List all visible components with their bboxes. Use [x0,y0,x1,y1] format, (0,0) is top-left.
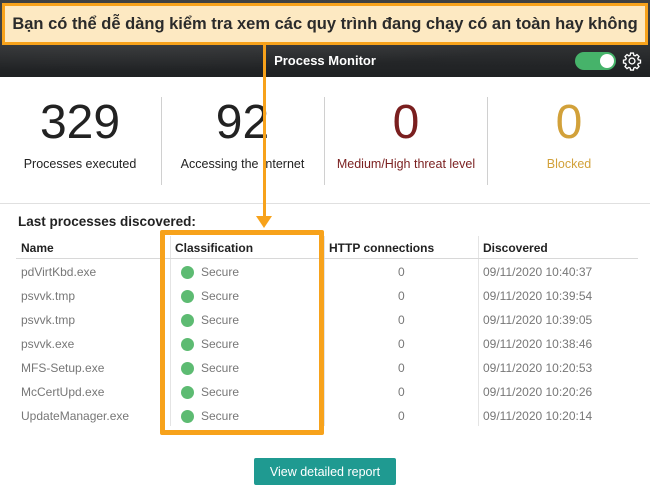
stat-threat-level: 0 Medium/High threat level [325,95,487,183]
annotation-arrow-head [256,216,272,228]
table-row[interactable]: McCertUpd.exe Secure 0 09/11/2020 10:20:26 [0,381,650,405]
process-name: psvvk.tmp [21,313,76,327]
table-row[interactable]: MFS-Setup.exe Secure 0 09/11/2020 10:20:53 [0,357,650,381]
table-row[interactable]: psvvk.tmp Secure 0 09/11/2020 10:39:05 [0,309,650,333]
discovered-time: 09/11/2020 10:20:14 [483,409,593,423]
stat-value: 0 [555,96,583,149]
process-name: UpdateManager.exe [21,409,130,423]
app-title: Process Monitor [274,53,376,68]
process-name: pdVirtKbd.exe [21,265,97,279]
discovered-time: 09/11/2020 10:38:46 [483,337,593,351]
table-row[interactable]: psvvk.exe Secure 0 09/11/2020 10:38:46 [0,333,650,357]
stat-accessing-internet: 92 Accessing the Internet [162,95,323,183]
table-row[interactable]: psvvk.tmp Secure 0 09/11/2020 10:39:54 [0,285,650,309]
stat-processes-executed: 329 Processes executed [0,95,160,183]
annotation-arrow [263,45,266,217]
discovered-time: 09/11/2020 10:39:54 [483,289,593,303]
http-connections: 0 [398,337,405,351]
stat-label: Medium/High threat level [336,157,476,171]
http-connections: 0 [398,409,405,423]
http-connections: 0 [398,313,405,327]
stat-blocked: 0 Blocked [488,95,650,183]
column-header-http[interactable]: HTTP connections [329,241,434,255]
annotation-highlight-box [160,230,324,435]
process-name: psvvk.exe [21,337,75,351]
callout-banner: Bạn có thể dễ dàng kiểm tra xem các quy … [2,3,648,45]
stat-value: 329 [39,96,121,149]
stat-value: 92 [215,96,270,149]
http-connections: 0 [398,265,405,279]
table-row[interactable]: pdVirtKbd.exe Secure 0 09/11/2020 10:40:37 [0,261,650,285]
stat-label: Accessing the Internet [180,157,305,171]
stats-panel: 329 Processes executed 92 Accessing the … [0,77,650,204]
monitor-toggle[interactable] [575,52,616,70]
http-connections: 0 [398,289,405,303]
toggle-knob [600,54,614,68]
header-underline [16,258,638,259]
view-report-button[interactable]: View detailed report [254,458,396,485]
table-row[interactable]: UpdateManager.exe Secure 0 09/11/2020 10:20… [0,405,650,429]
discovered-time: 09/11/2020 10:39:05 [483,313,593,327]
discovered-time: 09/11/2020 10:20:26 [483,385,593,399]
stat-label: Blocked [546,157,592,171]
discovered-time: 09/11/2020 10:40:37 [483,265,593,279]
section-title: Last processes discovered: [18,214,196,229]
process-name: McCertUpd.exe [21,385,105,399]
http-connections: 0 [398,385,405,399]
gear-icon[interactable] [622,51,642,71]
http-connections: 0 [398,361,405,375]
process-name: MFS-Setup.exe [21,361,105,375]
process-name: psvvk.tmp [21,289,76,303]
column-header-name[interactable]: Name [21,241,54,255]
column-header-discovered[interactable]: Discovered [483,241,548,255]
discovered-time: 09/11/2020 10:20:53 [483,361,593,375]
stat-value: 0 [392,96,420,149]
stat-label: Processes executed [23,157,137,171]
